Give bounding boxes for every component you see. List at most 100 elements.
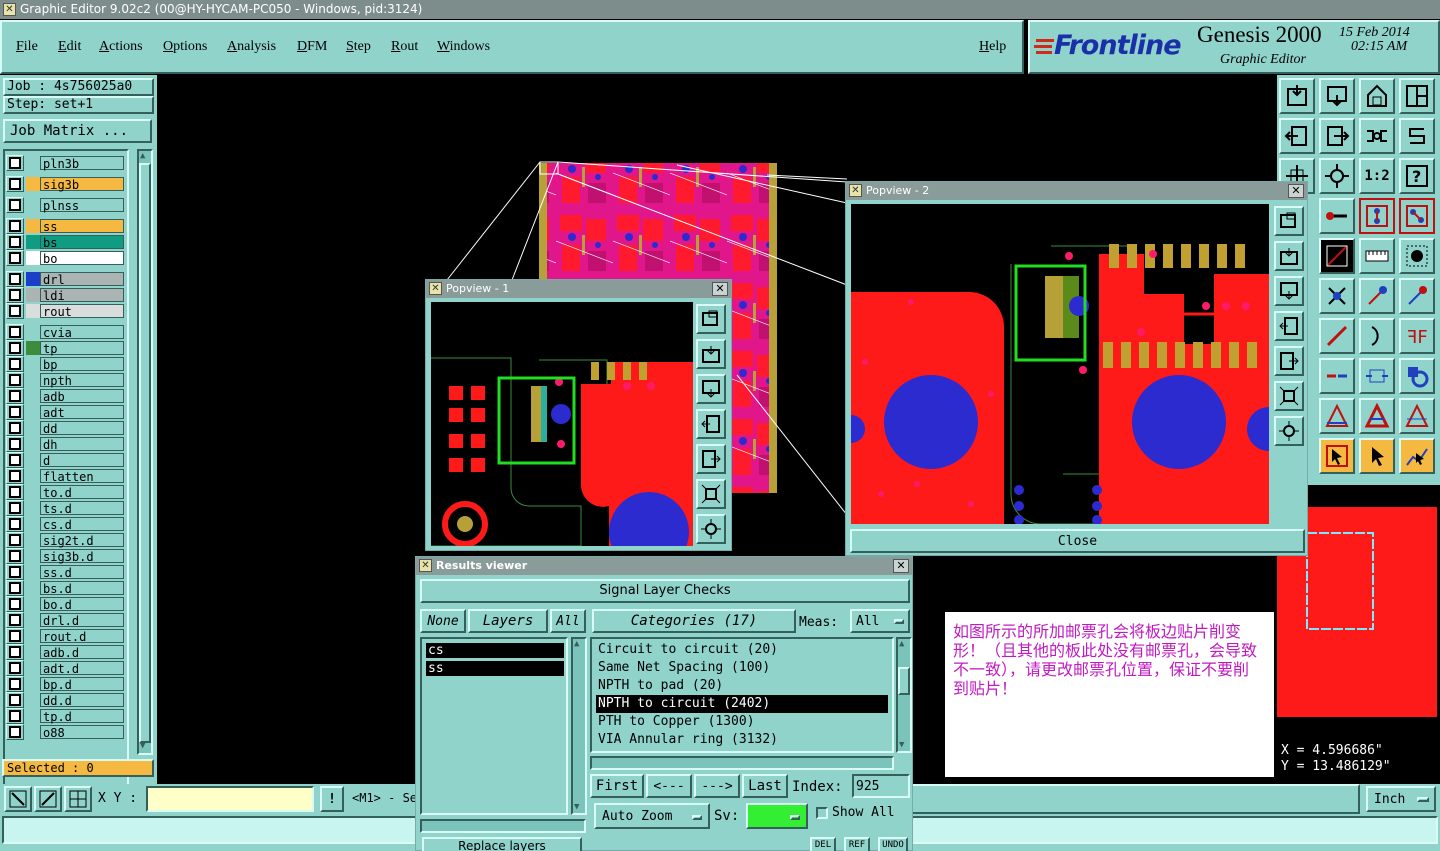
layer-checkbox[interactable] xyxy=(9,646,21,658)
layer-checkbox[interactable] xyxy=(9,486,21,498)
layer-checkbox[interactable] xyxy=(9,422,21,434)
layer-checkbox[interactable] xyxy=(9,550,21,562)
zoom-box-icon[interactable] xyxy=(4,786,32,812)
pan-left-icon[interactable] xyxy=(1279,118,1315,154)
layer-row[interactable]: pln3b xyxy=(6,155,124,171)
menu-rout[interactable]: Rout xyxy=(391,39,418,55)
layer-results-hscrollbar[interactable] xyxy=(420,819,586,833)
layer-checkbox[interactable] xyxy=(9,694,21,706)
layer-checkbox[interactable] xyxy=(9,598,21,610)
layer-list-scroll-thumb[interactable] xyxy=(139,163,151,743)
layer-checkbox[interactable] xyxy=(9,662,21,674)
layer-checkbox[interactable] xyxy=(9,726,21,738)
layer-row[interactable]: bs.d xyxy=(6,580,124,596)
add-pad-icon[interactable] xyxy=(1399,358,1435,394)
scroll-up-icon[interactable]: ▲ xyxy=(140,151,145,161)
pv2-center-icon[interactable] xyxy=(1274,416,1304,446)
layer-row[interactable]: adb xyxy=(6,388,124,404)
pv1-zoom-in-icon[interactable] xyxy=(696,339,726,369)
layer-row[interactable]: bp.d xyxy=(6,676,124,692)
category-item[interactable]: NPTH to pad (20) xyxy=(596,677,888,695)
layer-checkbox[interactable] xyxy=(9,289,21,301)
menu-edit[interactable]: Edit xyxy=(58,39,81,55)
home-view-icon[interactable] xyxy=(1279,78,1315,114)
layer-row[interactable]: ldi xyxy=(6,287,124,303)
layer-checkbox[interactable] xyxy=(9,710,21,722)
zoom-fit-icon[interactable] xyxy=(1319,158,1355,194)
categories-button[interactable]: Categories (17) xyxy=(592,609,796,633)
layer-checkbox[interactable] xyxy=(9,326,21,338)
layer-row[interactable]: rout xyxy=(6,303,124,319)
result-layer-item[interactable]: ss xyxy=(426,661,564,676)
layer-checkbox[interactable] xyxy=(9,390,21,402)
surface-icon[interactable] xyxy=(1359,398,1395,434)
category-item[interactable]: Circuit to circuit (20) xyxy=(596,641,888,659)
layer-row[interactable]: d xyxy=(6,452,124,468)
layer-row[interactable]: dd.d xyxy=(6,692,124,708)
category-scroll-thumb[interactable] xyxy=(898,667,910,695)
layer-row[interactable]: ts.d xyxy=(6,500,124,516)
add-text-icon[interactable]: ꟻF xyxy=(1399,318,1435,354)
polygon-icon[interactable] xyxy=(1319,398,1355,434)
all-layers-button[interactable]: All xyxy=(550,609,586,633)
menu-options[interactable]: Options xyxy=(163,39,207,55)
layer-row[interactable]: ss.d xyxy=(6,564,124,580)
popview-2-canvas[interactable] xyxy=(851,204,1269,524)
category-item-selected[interactable]: NPTH to circuit (2402) xyxy=(596,695,888,713)
help-icon[interactable]: ? xyxy=(1399,158,1435,194)
pan-right-icon[interactable] xyxy=(1319,118,1355,154)
next-button[interactable]: ---> xyxy=(694,774,740,798)
popview-2-close-icon[interactable]: ✕ xyxy=(1288,184,1304,198)
layer-row[interactable]: adt xyxy=(6,404,124,420)
show-all-checkbox[interactable] xyxy=(816,807,828,819)
zoom-in-out-icon[interactable] xyxy=(1359,118,1395,154)
layer-row[interactable]: plnss xyxy=(6,197,124,213)
app-icon[interactable]: ✕ xyxy=(3,3,16,16)
outline-icon[interactable] xyxy=(1399,398,1435,434)
ref-button[interactable]: REF xyxy=(844,837,870,851)
scroll-up-icon[interactable]: ▲ xyxy=(899,639,904,649)
layer-list-scrollbar[interactable]: ▲ ▼ xyxy=(137,149,153,755)
scale-one-to-two-icon[interactable]: 1:2 xyxy=(1359,158,1395,194)
layer-checkbox[interactable] xyxy=(9,534,21,546)
pv1-center-icon[interactable] xyxy=(696,514,726,544)
menu-help[interactable]: Help xyxy=(979,39,1006,55)
zoom-window-icon[interactable] xyxy=(1319,78,1355,114)
layer-checkbox[interactable] xyxy=(9,157,21,169)
pv1-pan-left-icon[interactable] xyxy=(696,409,726,439)
pv1-zoom-window-icon[interactable] xyxy=(696,304,726,334)
pv1-fit-icon[interactable] xyxy=(696,479,726,509)
menu-step[interactable]: Step xyxy=(346,39,371,55)
pointer-icon[interactable] xyxy=(1359,438,1395,474)
layer-checkbox[interactable] xyxy=(9,199,21,211)
layer-row[interactable]: dd xyxy=(6,420,124,436)
job-matrix-button[interactable]: Job Matrix ... xyxy=(3,119,152,143)
layer-checkbox[interactable] xyxy=(9,454,21,466)
measure-diagonal-icon[interactable] xyxy=(34,786,62,812)
category-item[interactable]: PTH to Copper (1300) xyxy=(596,713,888,731)
menu-actions[interactable]: Actions xyxy=(99,39,143,55)
auto-zoom-select[interactable]: Auto Zoom xyxy=(594,803,710,829)
last-button[interactable]: Last xyxy=(742,774,788,798)
layer-row[interactable]: tp.d xyxy=(6,708,124,724)
layer-row[interactable]: cvia xyxy=(6,324,124,340)
ruler-icon[interactable] xyxy=(1359,238,1395,274)
layer-row[interactable]: tp xyxy=(6,340,124,356)
layer-row[interactable]: drl.d xyxy=(6,612,124,628)
layer-checkbox[interactable] xyxy=(9,502,21,514)
menu-analysis[interactable]: Analysis xyxy=(227,39,276,55)
resize-icon[interactable] xyxy=(1359,358,1395,394)
layer-checkbox[interactable] xyxy=(9,358,21,370)
layer-row[interactable]: adb.d xyxy=(6,644,124,660)
menu-file[interactable]: File xyxy=(16,39,38,55)
route-select-icon[interactable] xyxy=(1399,438,1435,474)
scroll-down-icon[interactable]: ▼ xyxy=(574,802,579,812)
results-viewer-close-icon[interactable]: ✕ xyxy=(893,559,909,573)
category-hscrollbar[interactable] xyxy=(590,756,894,770)
pv2-zoom-out-icon[interactable] xyxy=(1274,276,1304,306)
layer-checkbox[interactable] xyxy=(9,614,21,626)
layer-row[interactable]: o88 xyxy=(6,724,124,740)
select-cursor-icon[interactable] xyxy=(1319,438,1355,474)
draw-line-icon[interactable] xyxy=(1319,318,1355,354)
layer-row[interactable]: rout.d xyxy=(6,628,124,644)
